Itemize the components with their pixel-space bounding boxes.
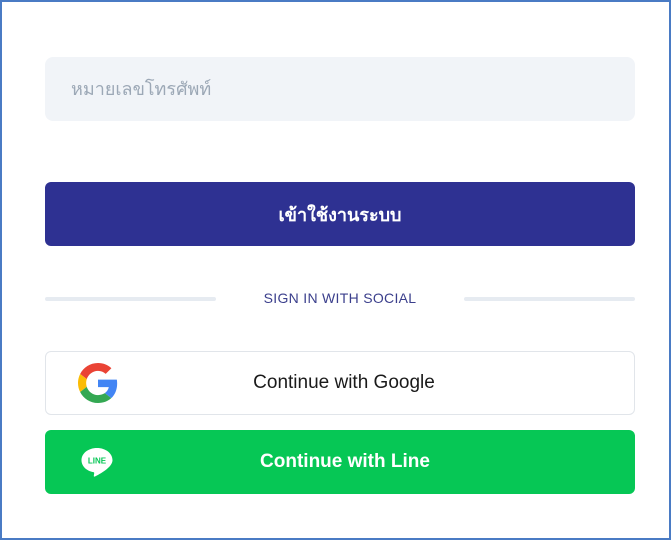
login-panel: เข้าใช้งานระบบ SIGN IN WITH SOCIAL Conti… xyxy=(0,0,671,540)
google-button-label: Continue with Google xyxy=(253,372,435,393)
divider-left-line xyxy=(45,297,216,301)
phone-number-input[interactable] xyxy=(45,57,635,121)
line-button-label: Continue with Line xyxy=(260,451,430,472)
continue-with-line-button[interactable]: LINE Continue with Line xyxy=(45,430,635,494)
continue-with-google-button[interactable]: Continue with Google xyxy=(45,351,635,415)
login-button[interactable]: เข้าใช้งานระบบ xyxy=(45,182,635,246)
social-signin-divider-text: SIGN IN WITH SOCIAL xyxy=(263,290,417,306)
divider-right-line xyxy=(464,297,635,301)
